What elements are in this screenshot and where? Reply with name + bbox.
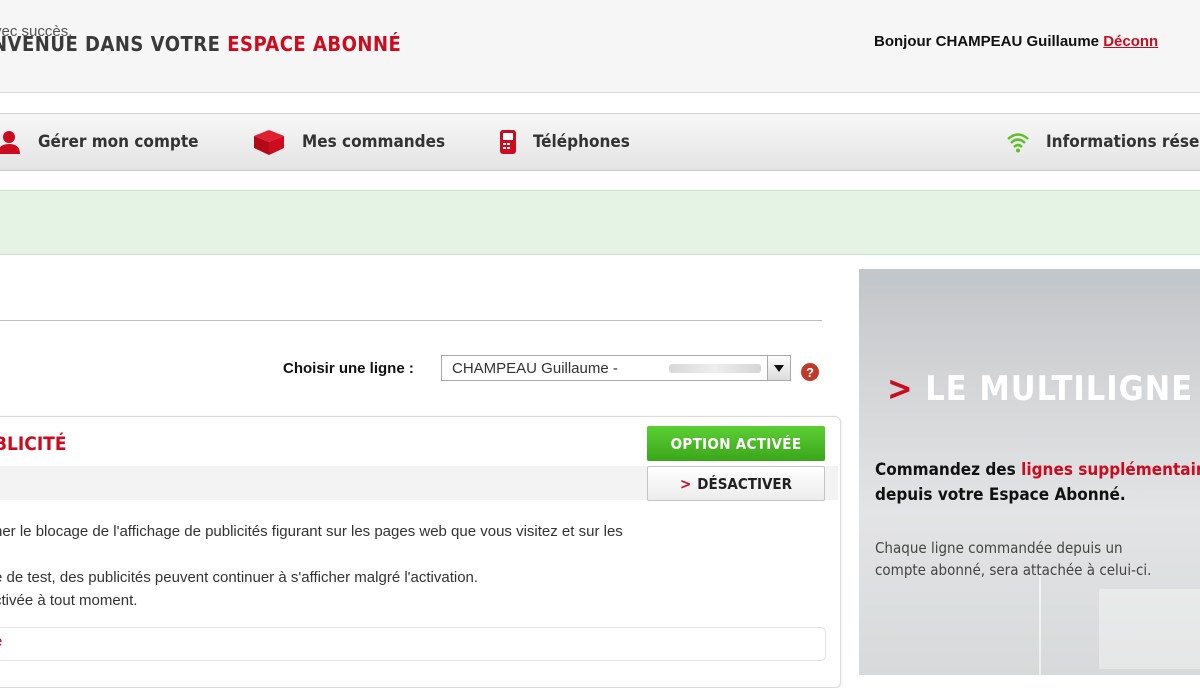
- redacted-phone-number: [669, 364, 761, 373]
- promo-title-text: LE MULTILIGNE: [925, 369, 1194, 409]
- wifi-icon: [1007, 133, 1029, 153]
- main-nav: Gérer mon compte Mes commandes Téléphone…: [0, 113, 1200, 171]
- multiline-promo[interactable]: > LE MULTILIGNE Commandez des lignes sup…: [859, 269, 1200, 675]
- option-info-link[interactable]: e: [0, 633, 2, 650]
- nav-label: Téléphones: [533, 132, 630, 152]
- help-icon[interactable]: ?: [801, 363, 819, 381]
- line-select-label: Choisir une ligne :: [283, 360, 414, 377]
- promo-decoration: [1099, 589, 1200, 669]
- dropdown-button[interactable]: [767, 356, 790, 380]
- nav-label: Gérer mon compte: [38, 132, 199, 152]
- nav-network-info[interactable]: Informations résea: [1006, 114, 1200, 170]
- option-info-box: [0, 627, 826, 661]
- promo-body: Chaque ligne commandée depuis un compte …: [875, 539, 1152, 579]
- option-description-line: ctivée à tout moment.: [0, 592, 138, 609]
- promo-title: > LE MULTILIGNE: [887, 369, 1193, 409]
- chevron-down-icon: [774, 364, 784, 372]
- nav-manage-account[interactable]: Gérer mon compte: [0, 114, 199, 170]
- option-status-badge: OPTION ACTIVÉE: [647, 426, 825, 461]
- success-alert: [0, 190, 1200, 255]
- option-description-line: e de test, des publicités peuvent contin…: [0, 569, 479, 586]
- success-message: vec succès.: [0, 23, 73, 40]
- logout-link[interactable]: Déconn: [1103, 33, 1158, 50]
- box-icon: [254, 130, 284, 155]
- deactivate-label: DÉSACTIVER: [697, 474, 793, 493]
- line-select[interactable]: CHAMPEAU Guillaume -: [441, 355, 791, 381]
- nav-phones[interactable]: Téléphones: [499, 114, 630, 170]
- chevron-right-icon: >: [887, 369, 914, 409]
- nav-orders[interactable]: Mes commandes: [252, 114, 445, 170]
- line-select-value: CHAMPEAU Guillaume -: [452, 360, 618, 377]
- promo-headline: Commandez des lignes supplémentair depui…: [875, 460, 1200, 505]
- phone-icon: [500, 130, 516, 154]
- user-greeting: Bonjour CHAMPEAU Guillaume Déconn: [874, 33, 1158, 50]
- option-title: BLICITÉ: [0, 433, 67, 455]
- greeting-text: Bonjour CHAMPEAU Guillaume: [874, 33, 1104, 50]
- deactivate-button[interactable]: > DÉSACTIVER: [647, 466, 825, 501]
- nav-label: Mes commandes: [302, 132, 446, 152]
- nav-label: Informations résea: [1046, 132, 1200, 152]
- option-description-line: ner le blocage de l'affichage de publici…: [0, 523, 623, 540]
- promo-decoration: [1039, 569, 1041, 675]
- user-icon: [0, 131, 20, 154]
- divider: [0, 320, 822, 321]
- chevron-right-icon: >: [679, 474, 692, 493]
